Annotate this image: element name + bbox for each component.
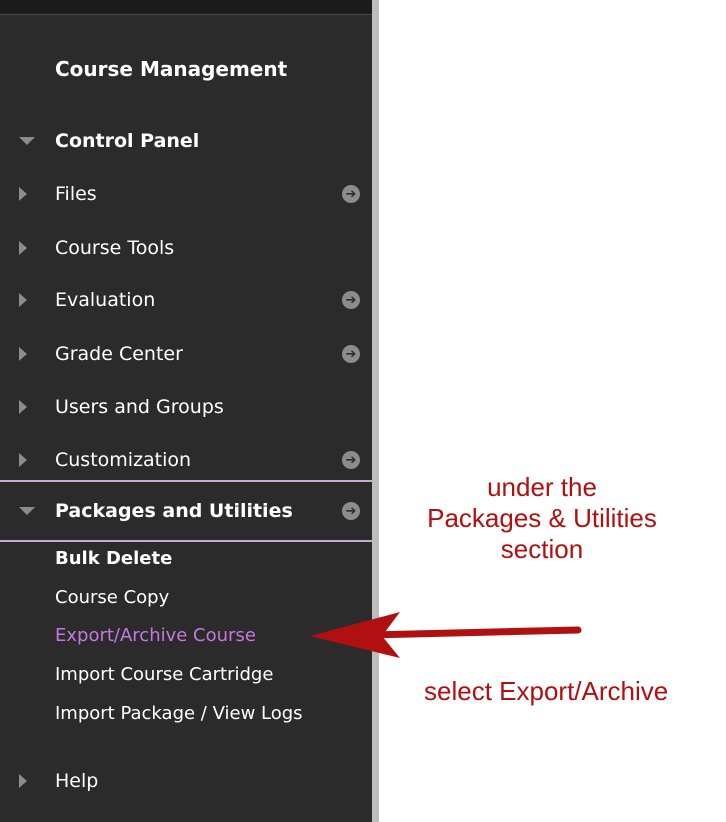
sidebar-item-grade-center[interactable]: Grade Center ➔ bbox=[0, 337, 372, 371]
circle-arrow-right-icon[interactable]: ➔ bbox=[342, 345, 360, 363]
sidebar-item-customization[interactable]: Customization ➔ bbox=[0, 443, 372, 477]
subitem-course-copy[interactable]: Course Copy bbox=[55, 587, 169, 608]
sidebar-item-label: Help bbox=[55, 770, 99, 792]
expand-triangle-icon bbox=[19, 241, 27, 255]
circle-arrow-right-icon[interactable]: ➔ bbox=[342, 185, 360, 203]
sidebar-item-files[interactable]: Files ➔ bbox=[0, 177, 372, 211]
sidebar-item-packages-and-utilities[interactable]: Packages and Utilities ➔ bbox=[0, 494, 372, 528]
course-management-sidebar: Course Management Control Panel Files ➔ … bbox=[0, 0, 372, 822]
sidebar-item-help[interactable]: Help bbox=[0, 764, 372, 798]
control-panel-label: Control Panel bbox=[55, 130, 200, 152]
control-panel-toggle[interactable]: Control Panel bbox=[0, 124, 372, 158]
sidebar-item-users-and-groups[interactable]: Users and Groups bbox=[0, 390, 372, 424]
circle-arrow-right-icon[interactable]: ➔ bbox=[342, 451, 360, 469]
sidebar-item-label: Files bbox=[55, 183, 97, 205]
annotation-section-text: under the Packages & Utilities section bbox=[402, 472, 682, 565]
annotation-line-3: section bbox=[500, 534, 584, 564]
sidebar-scrollbar[interactable] bbox=[372, 0, 379, 822]
subitem-import-course-cartridge[interactable]: Import Course Cartridge bbox=[55, 664, 273, 685]
sidebar-item-label: Customization bbox=[55, 449, 192, 471]
sidebar-item-label: Packages and Utilities bbox=[55, 500, 293, 522]
subitem-bulk-delete[interactable]: Bulk Delete bbox=[55, 548, 172, 569]
sidebar-heading: Course Management bbox=[55, 57, 288, 81]
sidebar-item-course-tools[interactable]: Course Tools bbox=[0, 231, 372, 265]
expand-triangle-icon bbox=[19, 347, 27, 361]
expand-triangle-icon bbox=[19, 453, 27, 467]
sidebar-item-label: Users and Groups bbox=[55, 396, 224, 418]
sidebar-top-bar bbox=[0, 0, 372, 15]
expand-triangle-icon bbox=[19, 774, 27, 788]
subitem-export-archive-course[interactable]: Export/Archive Course bbox=[55, 625, 256, 646]
collapse-triangle-icon bbox=[19, 137, 35, 145]
sidebar-item-label: Course Tools bbox=[55, 237, 175, 259]
sidebar-item-label: Evaluation bbox=[55, 289, 156, 311]
section-divider-top bbox=[0, 480, 372, 482]
section-divider-bottom bbox=[0, 540, 372, 542]
circle-arrow-right-icon[interactable]: ➔ bbox=[342, 291, 360, 309]
collapse-triangle-icon bbox=[19, 507, 35, 515]
annotation-select-text: select Export/Archive bbox=[424, 676, 669, 706]
annotation-line-2: Packages & Utilities bbox=[427, 503, 657, 533]
circle-arrow-right-icon[interactable]: ➔ bbox=[342, 502, 360, 520]
expand-triangle-icon bbox=[19, 400, 27, 414]
sidebar-item-label: Grade Center bbox=[55, 343, 183, 365]
subitem-import-package-view-logs[interactable]: Import Package / View Logs bbox=[55, 703, 303, 724]
red-pointer-arrow-icon bbox=[310, 612, 582, 658]
expand-triangle-icon bbox=[19, 187, 27, 201]
expand-triangle-icon bbox=[19, 293, 27, 307]
annotation-line-1: under the bbox=[487, 472, 597, 502]
sidebar-item-evaluation[interactable]: Evaluation ➔ bbox=[0, 283, 372, 317]
